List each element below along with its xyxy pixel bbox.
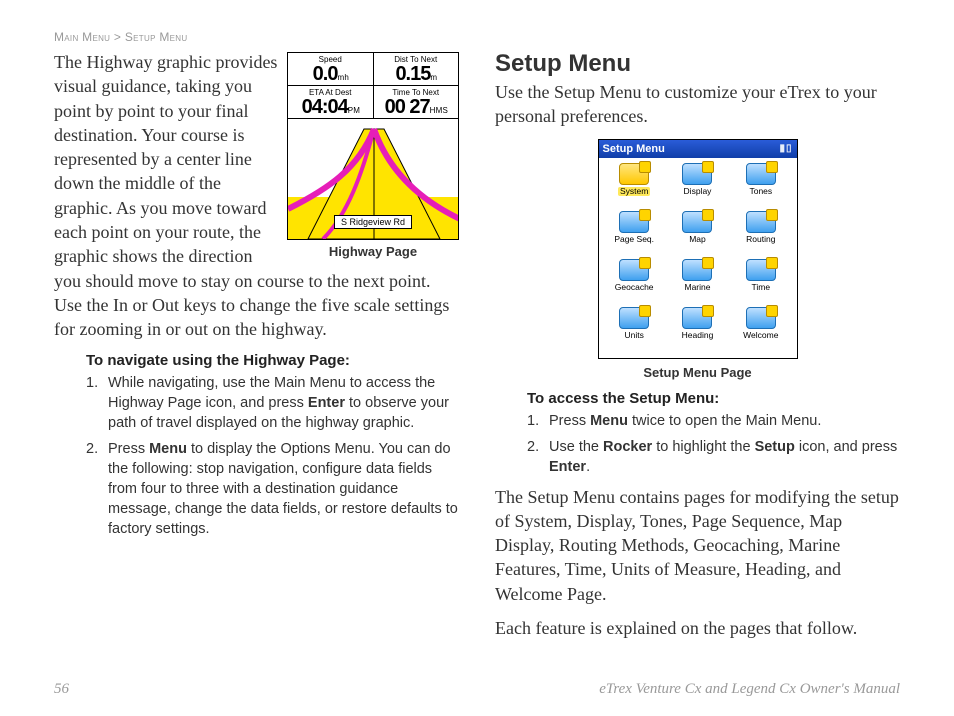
hp-eta-unit: P M [348, 106, 359, 115]
instr-step: Press Menu to display the Options Menu. … [86, 439, 459, 539]
sm-item-label: Map [689, 235, 706, 244]
sm-item-label: Tones [749, 187, 772, 196]
sm-item-icon [682, 211, 712, 233]
hp-speed-unit: m h [337, 73, 347, 82]
sm-item-icon [746, 211, 776, 233]
breadcrumb: Main Menu > Setup Menu [54, 30, 900, 44]
sm-item-icon [746, 259, 776, 281]
sm-item-label: Units [624, 331, 643, 340]
sm-item-icon [619, 307, 649, 329]
instr-step: Use the Rocker to highlight the Setup ic… [527, 437, 900, 477]
hp-road-sign: S Ridgeview Rd [334, 215, 412, 229]
hp-dist-unit: m [430, 73, 436, 82]
sm-item-time[interactable]: Time [729, 258, 792, 306]
sm-item-units[interactable]: Units [603, 306, 666, 354]
sm-item-icon [746, 307, 776, 329]
right-instructions: To access the Setup Menu: Press Menu twi… [527, 390, 900, 477]
sm-item-label: System [618, 187, 650, 196]
sm-item-heading[interactable]: Heading [666, 306, 729, 354]
setup-menu-para2: The Setup Menu contains pages for modify… [495, 485, 900, 606]
instr-step: Press Menu twice to open the Main Menu. [527, 411, 900, 431]
manual-title: eTrex Venture Cx and Legend Cx Owner's M… [599, 681, 900, 698]
hp-ttn-unit: H M S [430, 106, 447, 115]
sm-item-label: Welcome [743, 331, 778, 340]
sm-item-display[interactable]: Display [666, 162, 729, 210]
setup-menu-screenshot: Setup Menu ▮▯ System Display Tones Page Seq… [598, 139, 798, 359]
hp-eta-cell: ETA At Dest 04:04P M [288, 86, 373, 119]
sm-item-label: Time [752, 283, 771, 292]
sm-title: Setup Menu [603, 143, 665, 155]
left-instructions: To navigate using the Highway Page: Whil… [86, 352, 459, 539]
right-instr-title: To access the Setup Menu: [527, 390, 900, 407]
sm-item-label: Heading [682, 331, 714, 340]
sm-item-tones[interactable]: Tones [729, 162, 792, 210]
sm-item-icon [746, 163, 776, 185]
left-instr-list: While navigating, use the Main Menu to a… [86, 373, 459, 539]
highway-page-figure: Speed 0.0m h Dist To Next 0.15m ETA At D… [287, 52, 459, 259]
left-instr-title: To navigate using the Highway Page: [86, 352, 459, 369]
sm-item-welcome[interactable]: Welcome [729, 306, 792, 354]
left-column: Speed 0.0m h Dist To Next 0.15m ETA At D… [54, 50, 459, 650]
sm-item-icon [619, 211, 649, 233]
breadcrumb-a: Main Menu [54, 30, 110, 44]
setup-menu-heading: Setup Menu [495, 50, 900, 78]
page-number: 56 [54, 681, 69, 698]
sm-item-label: Routing [746, 235, 775, 244]
sm-item-label: Geocache [615, 283, 654, 292]
setup-menu-intro: Use the Setup Menu to customize your eTr… [495, 80, 900, 129]
hp-speed-cell: Speed 0.0m h [288, 53, 373, 86]
breadcrumb-sep: > [114, 30, 121, 44]
hp-graphic: S Ridgeview Rd [288, 119, 458, 239]
highway-page-caption: Highway Page [287, 244, 459, 259]
sm-item-label: Marine [685, 283, 711, 292]
hp-ttn-cell: Time To Next 00 27H M S [373, 86, 459, 119]
hp-dist-value: 0.15 [395, 63, 430, 85]
sm-item-icon [682, 259, 712, 281]
right-column: Setup Menu Use the Setup Menu to customi… [495, 50, 900, 650]
sm-status-icons: ▮▯ [779, 143, 792, 154]
sm-icon-grid: System Display Tones Page Seq. Map Routing Geo… [599, 158, 797, 358]
hp-eta-value: 04:04 [302, 96, 348, 118]
instr-step: While navigating, use the Main Menu to a… [86, 373, 459, 433]
setup-menu-caption: Setup Menu Page [495, 365, 900, 380]
page-footer: 56 eTrex Venture Cx and Legend Cx Owner'… [54, 681, 900, 698]
sm-item-routing[interactable]: Routing [729, 210, 792, 258]
sm-item-geocache[interactable]: Geocache [603, 258, 666, 306]
setup-menu-figure: Setup Menu ▮▯ System Display Tones Page Seq… [495, 139, 900, 380]
sm-item-icon [682, 163, 712, 185]
manual-page: Main Menu > Setup Menu Speed 0.0m h Dist… [0, 0, 954, 716]
hp-dist-cell: Dist To Next 0.15m [373, 53, 459, 86]
right-instr-list: Press Menu twice to open the Main Menu. U… [527, 411, 900, 477]
sm-item-icon [682, 307, 712, 329]
breadcrumb-b: Setup Menu [125, 30, 188, 44]
sm-item-icon [619, 259, 649, 281]
highway-page-screenshot: Speed 0.0m h Dist To Next 0.15m ETA At D… [287, 52, 459, 240]
hp-speed-value: 0.0 [313, 63, 338, 85]
sm-item-map[interactable]: Map [666, 210, 729, 258]
sm-title-bar: Setup Menu ▮▯ [599, 140, 797, 158]
sm-item-icon [619, 163, 649, 185]
sm-item-system[interactable]: System [603, 162, 666, 210]
sm-item-label: Page Seq. [614, 235, 654, 244]
sm-item-label: Display [684, 187, 712, 196]
setup-menu-para3: Each feature is explained on the pages t… [495, 616, 900, 640]
sm-item-page-seq-[interactable]: Page Seq. [603, 210, 666, 258]
hp-ttn-value: 00 27 [385, 96, 430, 118]
sm-item-marine[interactable]: Marine [666, 258, 729, 306]
